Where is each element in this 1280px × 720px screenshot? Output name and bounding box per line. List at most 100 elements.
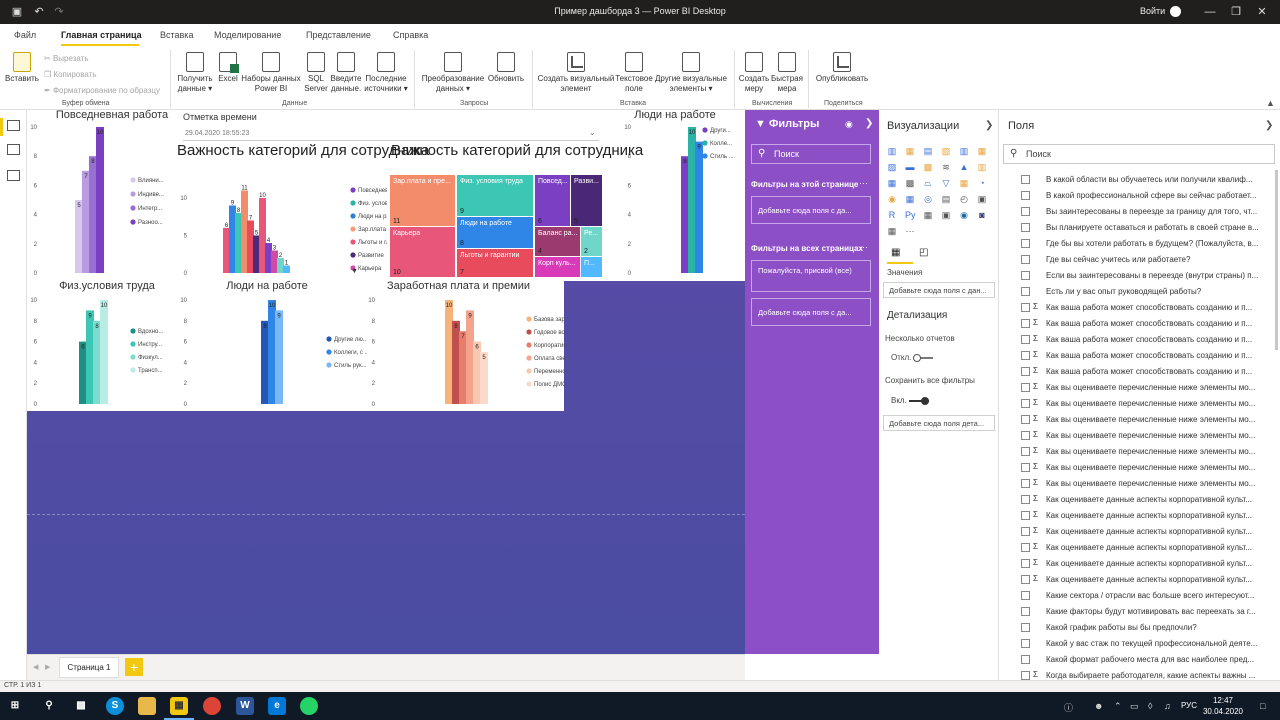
chart-bar[interactable] (235, 213, 242, 273)
visual-type-icon[interactable]: ≋ (941, 162, 951, 172)
tab-help[interactable]: Справка (393, 30, 428, 40)
chart-bar[interactable] (229, 205, 236, 274)
field-checkbox[interactable] (1021, 383, 1030, 392)
legend-label[interactable]: Базова зарабо... (534, 317, 565, 323)
legend-label[interactable]: Оплата сверху... (534, 356, 565, 362)
field-checkbox[interactable] (1021, 623, 1030, 632)
treemap-tile[interactable]: Корп куль... (535, 257, 580, 277)
field-item[interactable]: Σ Как вы оцениваете перечисленные ниже эл… (1021, 380, 1271, 396)
tab-home[interactable]: Главная страница (61, 30, 142, 40)
visual-type-icon[interactable]: ▧ (941, 146, 951, 156)
copy-button[interactable]: ❐ Копировать (44, 70, 96, 79)
powerbi-taskbar-icon[interactable]: ▦ (170, 697, 188, 715)
tab-insert[interactable]: Вставка (160, 30, 193, 40)
field-item[interactable]: В какой области вы обучаетесь или получи… (1021, 172, 1271, 188)
field-item[interactable]: Какой у вас стаж по текущей профессионал… (1021, 636, 1271, 652)
format-paint-roller-icon[interactable]: ◰ (919, 247, 928, 258)
field-checkbox[interactable] (1021, 495, 1030, 504)
new-measure-button[interactable]: Создать меру (737, 52, 771, 94)
windows-start-icon[interactable]: ⊞ (6, 697, 24, 715)
visual-type-icon[interactable]: ▩ (905, 178, 915, 188)
help-icon[interactable]: ⓘ (1064, 701, 1073, 714)
field-item[interactable]: Σ Как оцениваете данные аспекты корпорати… (1021, 524, 1271, 540)
daily-work-chart[interactable]: 108642057810Влияни...Индиве...Интегр...Р… (27, 110, 177, 281)
visual-type-icon[interactable]: ▣ (977, 194, 987, 204)
chart-bar[interactable] (277, 258, 284, 273)
visual-type-icon[interactable]: ▬ (905, 162, 915, 172)
field-item[interactable]: Σ Как вы оцениваете перечисленные ниже эл… (1021, 444, 1271, 460)
field-item[interactable]: Σ Как вы оцениваете перечисленные ниже эл… (1021, 476, 1271, 492)
chart-bar[interactable] (223, 228, 230, 273)
field-item[interactable]: Σ Как вы оцениваете перечисленные ниже эл… (1021, 412, 1271, 428)
network-icon[interactable]: ◊ (1148, 701, 1152, 711)
report-view-icon[interactable] (7, 120, 20, 131)
chart-bar[interactable] (82, 170, 90, 273)
treemap-tile[interactable]: Повсед... 6 (535, 175, 570, 226)
field-item[interactable]: Какой график работы вы бы предпочли? (1021, 620, 1271, 636)
field-item[interactable]: Если вы заинтересованы в переезде (внутр… (1021, 268, 1271, 284)
field-item[interactable]: Σ Как оцениваете данные аспекты корпорати… (1021, 572, 1271, 588)
page-filter-drop-zone[interactable]: Добавьте сюда поля с да... (751, 196, 871, 224)
close-button[interactable]: ✕ (1252, 4, 1272, 20)
visual-type-icon[interactable]: ◙ (977, 210, 987, 220)
visual-type-icon[interactable]: ▽ (941, 178, 951, 188)
legend-label[interactable]: Корпоративна... (534, 343, 565, 349)
text-box-button[interactable]: Текстовое поле (614, 52, 654, 94)
field-item[interactable]: Какие сектора / отрасли вас больше всего… (1021, 588, 1271, 604)
sign-in-link[interactable]: Войти (1140, 6, 1165, 16)
chart-bar[interactable] (247, 220, 254, 274)
filters-search-input[interactable]: ⚲ Поиск (751, 144, 871, 164)
chart-bar[interactable] (86, 310, 94, 404)
people-bottom-chart[interactable]: 10864208109Другие лю...Коллеги, с ...Сти… (177, 281, 367, 411)
field-item[interactable]: Вы заинтересованы в переезде за границу … (1021, 204, 1271, 220)
publish-button[interactable]: Опубликовать (812, 52, 872, 84)
legend-scroll-down-icon[interactable]: ▼ (351, 268, 358, 275)
field-item[interactable]: Σ Как оцениваете данные аспекты корпорати… (1021, 556, 1271, 572)
treemap-tile[interactable]: Разви... 5 (571, 175, 602, 226)
legend-label[interactable]: Коллеги, с ... (334, 350, 367, 356)
legend-label[interactable]: Льготы и гара... (358, 240, 387, 246)
chart-bar[interactable] (271, 250, 278, 274)
chart-bar[interactable] (459, 331, 467, 404)
field-checkbox[interactable] (1021, 239, 1030, 248)
chart-bar[interactable] (268, 300, 276, 404)
chart-bar[interactable] (89, 156, 97, 273)
field-checkbox[interactable] (1021, 415, 1030, 424)
field-checkbox[interactable] (1021, 287, 1030, 296)
legend-label[interactable]: Зар.плата и п... (358, 227, 387, 233)
tab-modeling[interactable]: Моделирование (214, 30, 281, 40)
treemap-tile[interactable]: П... (581, 257, 602, 277)
field-checkbox[interactable] (1021, 431, 1030, 440)
chart-bar[interactable] (253, 235, 260, 274)
legend-label[interactable]: Другие лю... (334, 337, 367, 343)
chart-bar[interactable] (93, 320, 101, 404)
visual-type-icon[interactable]: ▤ (941, 194, 951, 204)
model-view-icon[interactable] (7, 170, 20, 181)
legend-label[interactable]: Переменное в... (534, 369, 565, 375)
visual-type-icon[interactable]: ◉ (887, 194, 897, 204)
visual-type-icon[interactable]: ▦ (887, 178, 897, 188)
cross-report-toggle[interactable] (913, 354, 933, 362)
legend-label[interactable]: Интегр... (138, 206, 163, 212)
chart-bar[interactable] (283, 265, 290, 274)
field-checkbox[interactable] (1021, 559, 1030, 568)
chart-bar[interactable] (688, 127, 696, 273)
field-item[interactable]: Есть ли у вас опыт руководящей работы? (1021, 284, 1271, 300)
chart-bar[interactable] (681, 156, 689, 273)
visual-type-icon[interactable]: ▥ (887, 146, 897, 156)
importance-bar-chart[interactable]: 10506981175104321Повседневная...Физ. усл… (177, 170, 387, 278)
field-checkbox[interactable] (1021, 671, 1030, 680)
chart-bar[interactable] (259, 198, 266, 273)
sql-server-button[interactable]: SQL Server (302, 52, 330, 94)
cut-button[interactable]: ✂ Вырезать (44, 54, 89, 63)
quick-measure-button[interactable]: Быстрая мера (770, 52, 804, 94)
field-checkbox[interactable] (1021, 463, 1030, 472)
legend-label[interactable]: Индиве... (138, 192, 164, 198)
visual-type-icon[interactable]: ⋯ (905, 226, 915, 236)
more-options-icon[interactable]: ⋯ (859, 178, 868, 189)
refresh-button[interactable]: Обновить (486, 52, 526, 84)
treemap-tile[interactable]: Ре... 2 (581, 227, 602, 256)
field-item[interactable]: Какие факторы будут мотивировать вас пер… (1021, 604, 1271, 620)
field-item[interactable]: Где вы сейчас учитесь или работаете? (1021, 252, 1271, 268)
chevron-right-icon[interactable]: ❯ (865, 118, 873, 129)
